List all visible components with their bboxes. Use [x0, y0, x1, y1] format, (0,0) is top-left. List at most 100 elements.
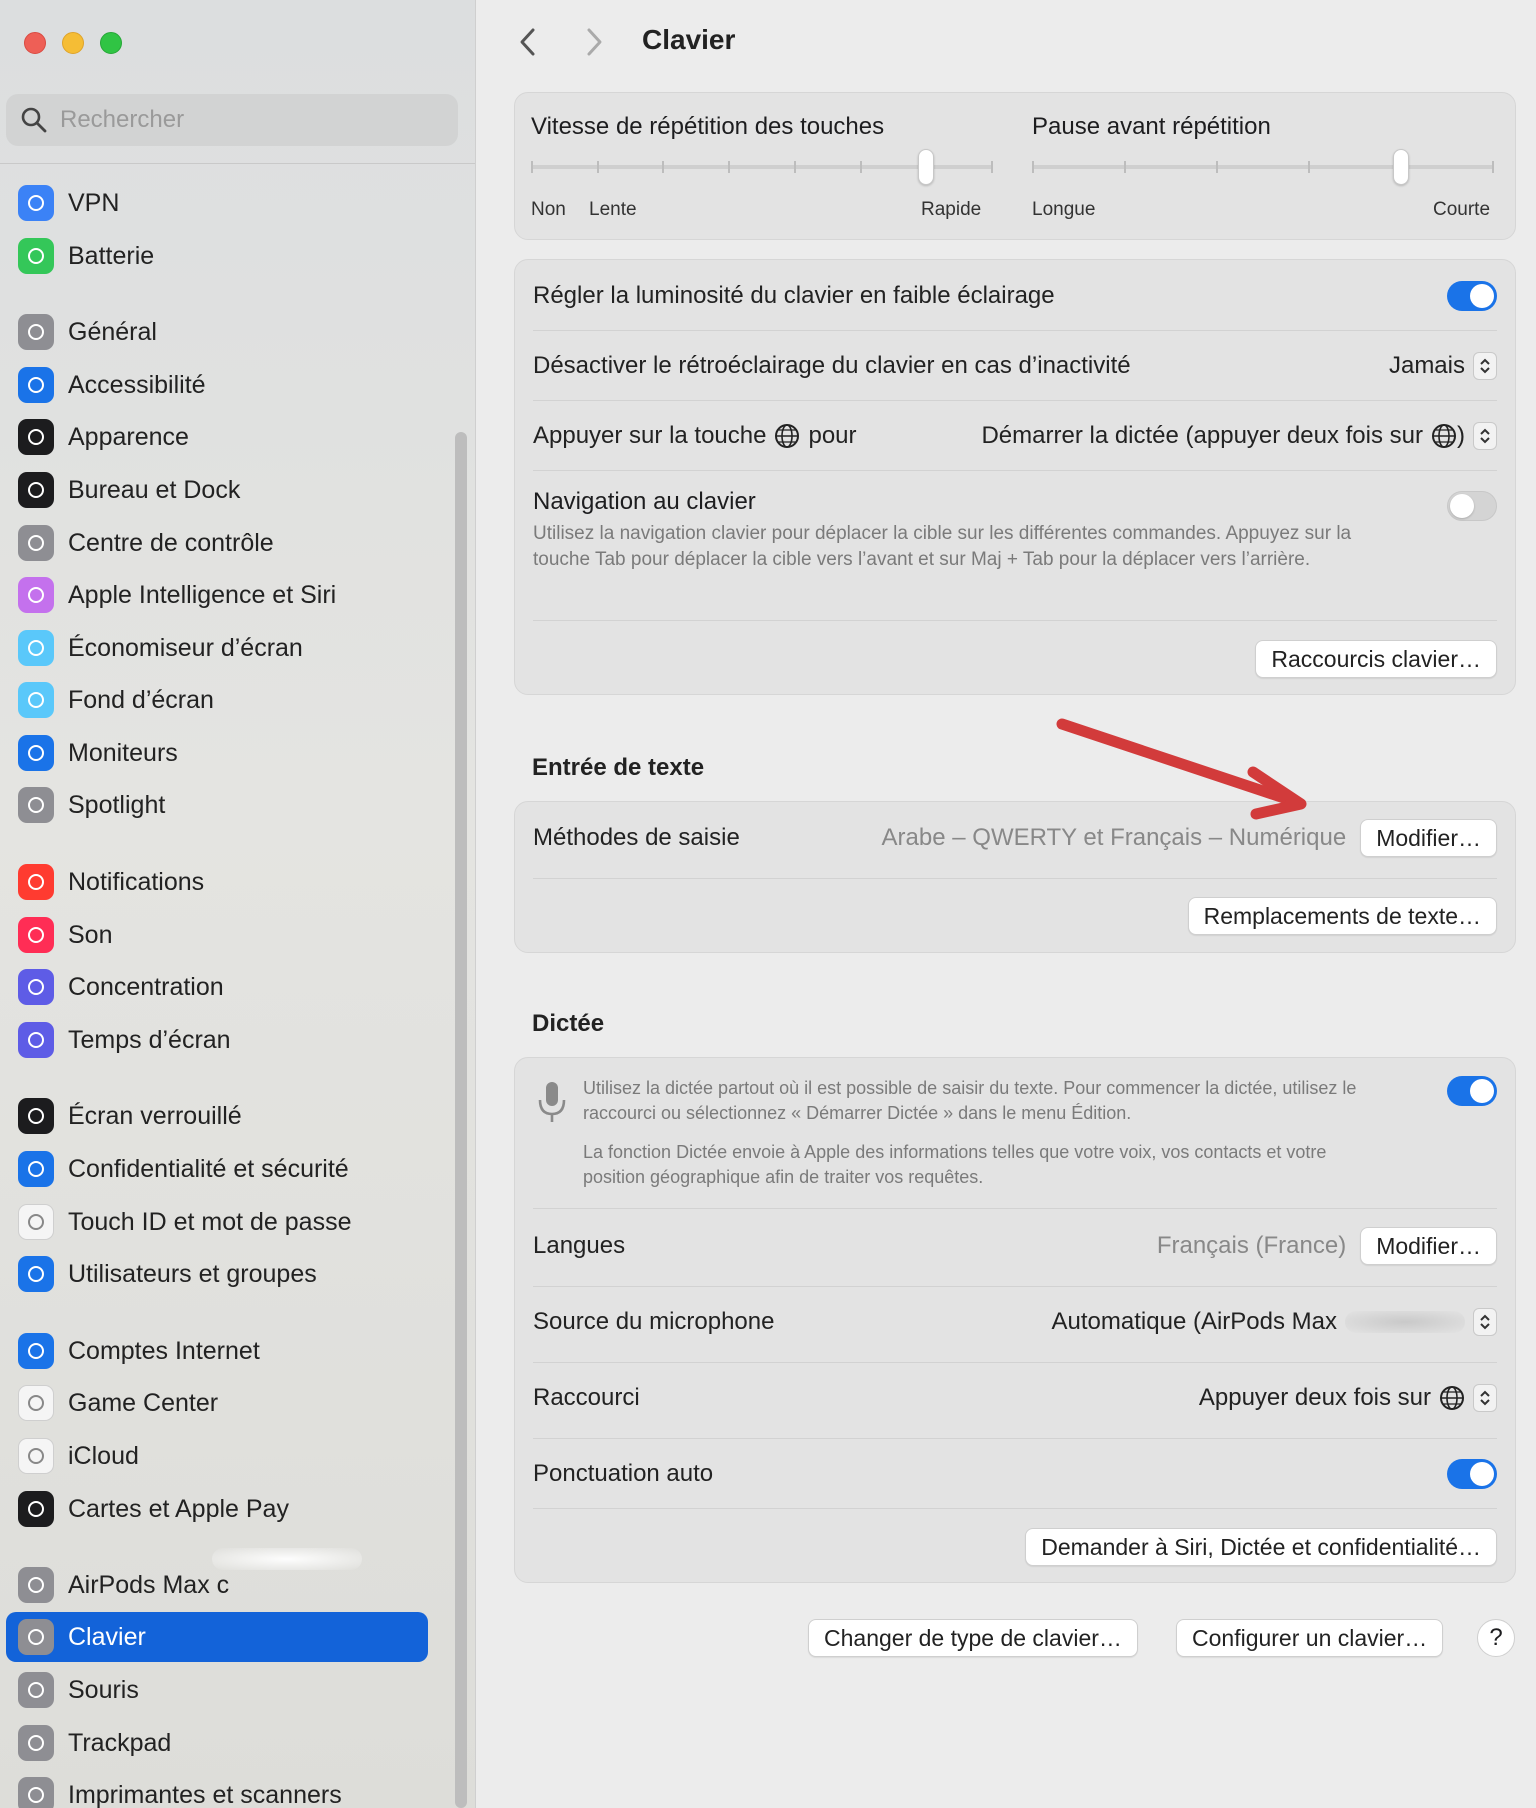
sidebar-item-battery[interactable]: Batterie [6, 231, 428, 281]
backlight-popup[interactable]: Jamais [1389, 352, 1497, 380]
back-button[interactable] [510, 22, 546, 62]
sidebar-item-game-center[interactable]: Game Center [6, 1378, 428, 1428]
sidebar-item-speaker[interactable]: Son [6, 910, 428, 960]
sidebar-item-wallpaper[interactable]: Fond d’écran [6, 675, 428, 725]
globe-label-post: pour [808, 422, 857, 449]
slider-track [1032, 165, 1494, 169]
dictation-section-title: Dictée [532, 1010, 605, 1037]
dictation-description: Utilisez la dictée partout où il est pos… [583, 1078, 1357, 1123]
battery-icon-glyph [28, 248, 44, 264]
dictation-toggle[interactable] [1447, 1076, 1497, 1106]
sidebar-item-appearance[interactable]: Apparence [6, 412, 428, 462]
sidebar-item-hand[interactable]: Confidentialité et sécurité [6, 1144, 428, 1194]
slider-tick [662, 161, 664, 173]
delay-label-long: Longue [1032, 199, 1096, 220]
sidebar-item-vpn[interactable]: VPN [6, 178, 428, 228]
row-separator [533, 620, 1497, 621]
keyboard-icon [18, 1619, 54, 1655]
slider-tick [1492, 161, 1494, 173]
trackpad-icon-glyph [28, 1735, 44, 1751]
hand-icon [18, 1151, 54, 1187]
sidebar-item-lock[interactable]: Écran verrouillé [6, 1091, 428, 1141]
globe-key-popup[interactable]: Démarrer la dictée (appuyer deux fois su… [981, 422, 1497, 450]
brightness-toggle[interactable] [1447, 281, 1497, 311]
lock-icon-glyph [28, 1108, 44, 1124]
text-input-card: Méthodes de saisie Arabe – QWERTY et Fra… [514, 801, 1516, 953]
modify-languages-button[interactable]: Modifier… [1360, 1227, 1497, 1265]
sidebar-item-dock[interactable]: Bureau et Dock [6, 465, 428, 515]
slider-tick [1216, 161, 1218, 173]
game-center-icon [18, 1385, 54, 1421]
slider-knob[interactable] [1393, 149, 1409, 185]
sidebar-item-display[interactable]: Moniteurs [6, 728, 428, 778]
sidebar-item-siri[interactable]: Apple Intelligence et Siri [6, 570, 428, 620]
sidebar-item-wallet[interactable]: Cartes et Apple Pay [6, 1484, 428, 1534]
slider-tick [991, 161, 993, 173]
dictation-privacy-note: La fonction Dictée envoie à Apple des in… [583, 1142, 1327, 1187]
close-window-button[interactable] [24, 32, 46, 54]
sidebar-item-keyboard[interactable]: Clavier [6, 1612, 428, 1662]
microphone-source-popup[interactable]: Automatique (AirPods Max [1052, 1308, 1497, 1336]
sidebar-item-fingerprint[interactable]: Touch ID et mot de passe [6, 1197, 428, 1247]
dock-icon-glyph [28, 482, 44, 498]
search-input[interactable] [60, 106, 440, 134]
sidebar-item-bell[interactable]: Notifications [6, 857, 428, 907]
sidebar-item-control-center[interactable]: Centre de contrôle [6, 518, 428, 568]
auto-punctuation-toggle[interactable] [1447, 1459, 1497, 1489]
text-replacements-button[interactable]: Remplacements de texte… [1187, 897, 1497, 935]
sidebar-item-accessibility[interactable]: Accessibilité [6, 360, 428, 410]
modify-input-methods-button[interactable]: Modifier… [1360, 819, 1497, 857]
sidebar-item-users[interactable]: Utilisateurs et groupes [6, 1249, 428, 1299]
keyboard-shortcuts-button[interactable]: Raccourcis clavier… [1255, 640, 1497, 678]
dictation-shortcut-row: Raccourci Appuyer deux fois sur [533, 1378, 1497, 1418]
sidebar-item-mouse[interactable]: Souris [6, 1665, 428, 1715]
sidebar: VPN Batterie Général Accessibilité Apparence… [0, 0, 476, 1808]
configure-keyboard-button[interactable]: Configurer un clavier… [1176, 1619, 1444, 1657]
sidebar-item-label: AirPods Max c [68, 1570, 230, 1599]
keyboard-navigation-toggle[interactable] [1447, 491, 1497, 521]
sidebar-item-gear[interactable]: Général [6, 307, 428, 357]
sidebar-item-label: Concentration [68, 972, 224, 1001]
auto-punctuation-row: Ponctuation auto [533, 1454, 1497, 1494]
repeat-delay-slider[interactable] [1032, 149, 1494, 213]
keyboard-settings-card: Régler la luminosité du clavier en faibl… [514, 259, 1516, 695]
sidebar-item-label: Cartes et Apple Pay [68, 1494, 289, 1523]
zoom-window-button[interactable] [100, 32, 122, 54]
sidebar-item-label: Général [68, 317, 157, 346]
wallet-icon-glyph [28, 1501, 44, 1517]
sidebar-item-spotlight[interactable]: Spotlight [6, 780, 428, 830]
siri-dictation-privacy-button[interactable]: Demander à Siri, Dictée et confidentiali… [1025, 1528, 1497, 1566]
sidebar-item-cloud[interactable]: iCloud [6, 1431, 428, 1481]
sidebar-item-moon[interactable]: Concentration [6, 962, 428, 1012]
sidebar-scrollbar[interactable] [455, 432, 467, 1808]
sidebar-item-screensaver[interactable]: Économiseur d’écran [6, 623, 428, 673]
backlight-row: Désactiver le rétroéclairage du clavier … [533, 346, 1497, 386]
slider-knob[interactable] [918, 149, 934, 185]
microphone-source-row: Source du microphone Automatique (AirPod… [533, 1302, 1497, 1342]
help-button[interactable]: ? [1477, 1619, 1515, 1657]
forward-button[interactable] [576, 22, 612, 62]
sidebar-item-trackpad[interactable]: Trackpad [6, 1718, 428, 1768]
sidebar-item-hourglass[interactable]: Temps d’écran [6, 1015, 428, 1065]
sidebar-item-printer[interactable]: Imprimantes et scanners [6, 1770, 428, 1808]
gear-icon [18, 314, 54, 350]
sidebar-item-label: Écran verrouillé [68, 1101, 242, 1130]
headphones-icon [18, 1567, 54, 1603]
vpn-icon [18, 185, 54, 221]
slider-tick [728, 161, 730, 173]
search-field[interactable] [6, 94, 458, 146]
dictation-shortcut-popup[interactable]: Appuyer deux fois sur [1199, 1384, 1497, 1412]
globe-key-row: Appuyer sur la touche pour Démarrer la d… [533, 416, 1497, 456]
chevron-left-icon [520, 28, 535, 56]
speed-label-slow: Lente [589, 199, 637, 220]
fingerprint-icon-glyph [28, 1214, 44, 1230]
keyboard-icon-glyph [28, 1629, 44, 1645]
change-keyboard-type-button[interactable]: Changer de type de clavier… [808, 1619, 1138, 1657]
sidebar-item-at[interactable]: Comptes Internet [6, 1326, 428, 1376]
minimize-window-button[interactable] [62, 32, 84, 54]
search-icon [21, 107, 47, 133]
row-separator [533, 878, 1497, 879]
main-pane: Clavier Vitesse de répétition des touche… [476, 0, 1536, 1808]
sidebar-item-label: iCloud [68, 1441, 139, 1470]
chevron-right-icon [587, 28, 602, 56]
